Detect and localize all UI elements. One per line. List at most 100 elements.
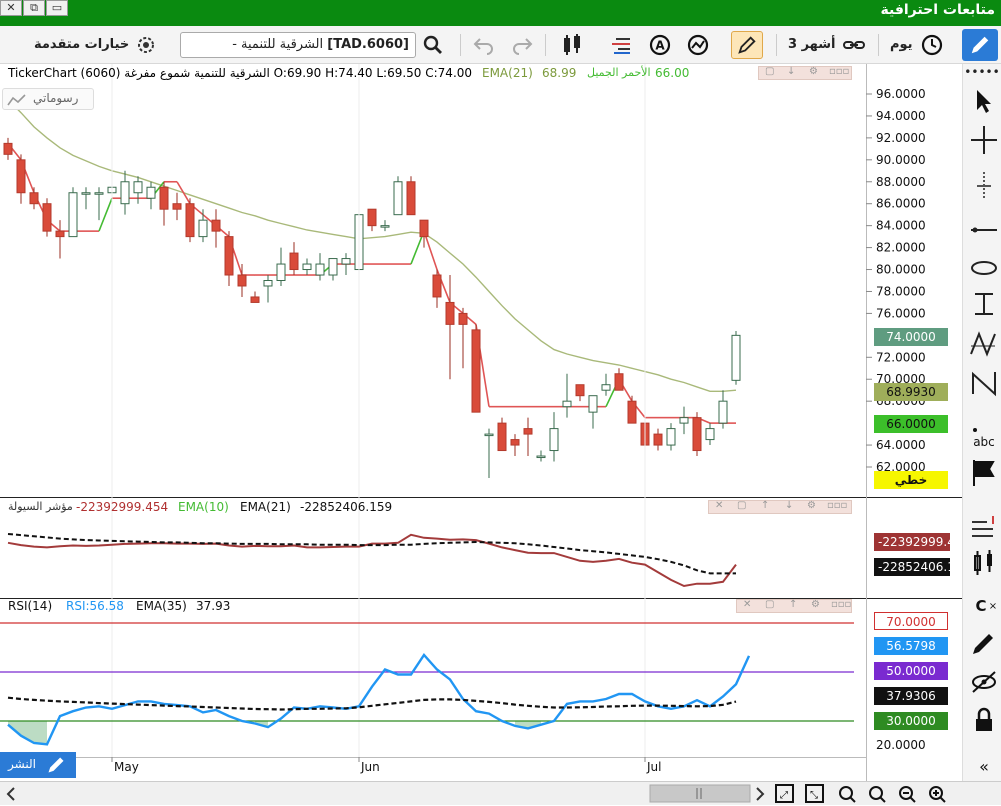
edit-button[interactable] [962,29,998,61]
advanced-options-button[interactable]: خيارات متقدمة [34,33,129,57]
candle-body [692,417,702,452]
fit-chart-icon[interactable]: ⤢ [775,784,794,803]
candle-body [55,230,65,238]
zoom-area-icon[interactable] [839,786,856,803]
candles-settings-icon[interactable] [974,550,992,575]
edit-pencil-icon [971,36,989,54]
restore-icon[interactable]: ⧉ [23,0,45,16]
rsi-label: RSI(14) [8,599,53,613]
khatti-label[interactable]: خطي [874,471,948,489]
undo-icon[interactable] [472,33,496,57]
candle-body [237,274,247,287]
scroll-left-icon[interactable] [6,787,15,801]
chart-area[interactable]: 96.0000 94.0000 92.0000 90.0000 88.0000 86.00… [0,64,962,781]
candle-type-icon[interactable] [560,33,584,57]
cursor-icon[interactable] [977,90,991,113]
candle-body [705,428,715,441]
price-tick-label: 86.0000 [876,197,926,211]
more-tools-icon[interactable]: ••••• [964,65,999,79]
minimize-icon[interactable]: ▭ [46,0,68,16]
search-icon[interactable] [421,33,445,57]
indicator-settings-icon[interactable] [972,516,994,537]
eraser-pencil-icon[interactable] [973,634,993,654]
text-abc-icon[interactable]: abc [973,428,995,449]
crosshair-icon[interactable] [971,126,997,154]
scroll-thumb[interactable] [649,784,751,803]
alert-a-icon[interactable]: A [648,33,672,57]
publish-button[interactable]: النشر [0,752,76,778]
candle-body [16,159,26,194]
candle-body [159,186,169,210]
rsi-ema-current-label: 37.9306 [874,687,948,705]
candle-body [549,428,559,452]
rsi-pane-controls[interactable]: ✕ ▢ ↑ ⚙ ▫▫▫ [736,599,852,613]
draw-mode-button[interactable] [731,31,763,59]
candle-body [224,236,234,276]
close-pane-icon: ✕ [715,500,724,511]
main-pane-controls[interactable]: ▢ ↓ ⚙ ▫▫▫ [758,66,852,80]
liquidity-value: -22392999.454 [76,500,169,514]
candle-body [198,219,208,238]
lock-icon[interactable] [976,707,992,731]
zigzag-icon[interactable] [972,371,996,397]
candle-body [341,258,351,265]
svg-text:«: « [979,757,989,776]
clock-icon[interactable] [920,33,944,57]
move-down-icon: ↓ [787,66,796,77]
candle-body [250,296,260,303]
candle-body [133,181,143,194]
liquidity-title: مؤشر السيولة [8,500,73,513]
scroll-right-icon[interactable] [756,787,765,801]
rsi-current-label: 56.5798 [874,637,948,655]
drawings-button[interactable]: رسوماتي [2,88,94,110]
clear-drawings-icon[interactable]: C × [975,597,997,615]
settings-icon: ⚙ [809,66,818,77]
ellipse-icon[interactable] [971,261,997,275]
zoom-reset-icon[interactable] [869,786,886,803]
svg-text:C: C [975,597,986,615]
candle [406,176,416,216]
time-tick-label: Jun [360,760,380,774]
window-title: متابعات احترافية [880,2,995,18]
price-tick-label: 76.0000 [876,306,926,320]
trend-circle-icon[interactable] [686,33,710,57]
liquidity-pane-controls[interactable]: ✕ ▢ ↑ ↓ ⚙ ▫▫▫ [708,500,852,514]
flag-icon[interactable] [973,460,995,486]
candle-body [562,400,572,408]
symbol-input[interactable]: - الشرقية للتنمية [TAD.6060] [180,32,416,58]
more-icon: ▫▫▫ [829,66,850,77]
vertical-line-icon[interactable] [977,172,991,200]
move-up-icon: ↑ [761,500,770,511]
ema-value: 68.99 [542,66,577,80]
svg-text:⤢: ⤢ [780,790,788,801]
reset-zoom-icon[interactable]: ⤡ [805,784,824,803]
price-tick-label: 72.0000 [876,350,926,364]
price-tick-label: 96.0000 [876,87,926,101]
fib-tool-icon[interactable] [975,293,993,315]
hide-eye-icon[interactable] [972,671,996,693]
candle-body [94,192,104,195]
pencil-icon [738,36,756,54]
redo-icon[interactable] [510,33,534,57]
settings-gear-icon[interactable] [134,33,158,57]
price-tick-label: 92.0000 [876,131,926,145]
candle [471,324,481,413]
candle-body [601,384,611,391]
interval-selector[interactable]: يوم [890,33,913,57]
close-icon[interactable]: ✕ [0,0,22,16]
svg-text:abc: abc [973,435,995,449]
link-icon[interactable] [842,33,866,57]
candle-body [614,373,624,391]
candle-body [3,142,13,155]
zoom-in-icon[interactable] [929,786,946,803]
indicators-icon[interactable] [608,33,632,57]
collapse-sidebar-icon[interactable]: « [979,757,989,776]
bottom-toolbar: ⤢ ⤡ [0,781,1001,805]
horizontal-line-icon[interactable] [971,227,997,233]
candle-body [471,329,481,413]
toolbar: خيارات متقدمة - الشرقية للتنمية [TAD.606… [0,26,1001,64]
triangle-pattern-icon[interactable] [970,331,996,357]
range-selector[interactable]: 3 أشهر [788,33,836,57]
rsi-level-50: 50.0000 [874,662,948,680]
zoom-out-icon[interactable] [899,786,916,803]
